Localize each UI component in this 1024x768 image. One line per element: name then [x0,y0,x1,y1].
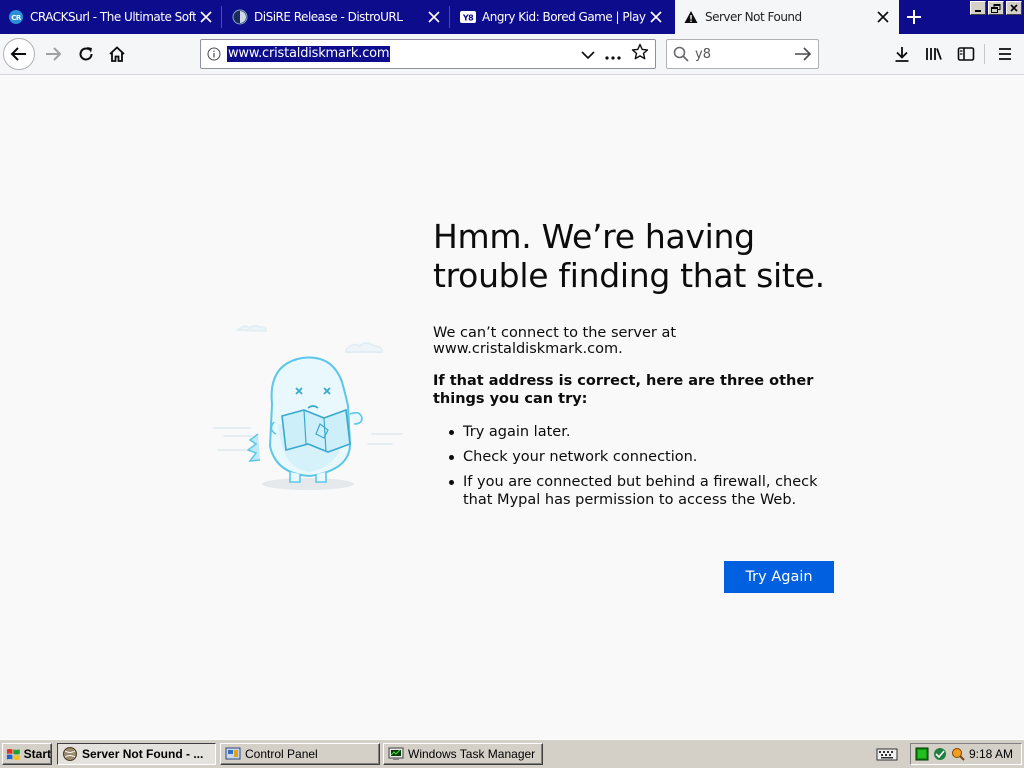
window-close-button[interactable] [1006,1,1022,15]
clock[interactable]: 9:18 AM [969,747,1013,761]
tab-label: DiSiRE Release - DistroURL [254,10,403,24]
taskbar-item-label: Windows Task Manager [408,747,536,761]
downloads-button[interactable] [886,38,918,70]
search-tray-icon[interactable] [951,747,965,761]
security-icon[interactable] [933,747,947,761]
tab-label: Angry Kid: Bored Game | Play Now [482,10,646,24]
reload-icon [79,47,93,61]
list-item: Try again later. [449,423,829,441]
taskbar-item-label: Server Not Found - ... [82,747,204,761]
tab-label: CRACKSurl - The Ultimate Softwar [30,10,196,24]
tab-server-not-found[interactable]: Server Not Found [675,0,899,34]
browser-app-icon [63,747,77,761]
network-icon[interactable] [915,747,929,761]
suggestions-heading: If that address is correct, here are thr… [433,373,814,407]
svg-text:Y8: Y8 [462,14,474,23]
navigation-toolbar: www.cristaldiskmark.com y8 [0,34,1024,75]
distro-favicon [232,9,248,25]
home-icon [109,46,125,62]
chevron-down-icon[interactable] [581,45,595,64]
menu-button[interactable] [989,38,1021,70]
close-icon[interactable] [873,7,893,27]
taskbar-item-browser[interactable]: Server Not Found - ... [57,743,216,765]
tab-distrourl[interactable]: DiSiRE Release - DistroURL [224,0,450,34]
taskbar-item-task-manager[interactable]: Windows Task Manager [383,743,543,765]
crack-favicon: CR [8,9,24,25]
y8-favicon: Y8 [460,9,476,25]
home-button[interactable] [101,38,133,70]
error-page: Hmm. We’re having trouble finding that s… [0,76,1024,739]
sidebar-icon [957,47,975,61]
minimize-icon [975,10,981,12]
suggestion-text: Check your network connection. [463,449,698,465]
system-tray: 9:18 AM [910,743,1022,765]
taskbar-item-label: Control Panel [245,747,318,761]
plus-icon [907,10,921,24]
arrow-right-icon [795,47,812,61]
start-button[interactable]: Start [2,743,52,765]
search-input[interactable]: y8 [695,47,711,62]
url-text[interactable]: www.cristaldiskmark.com [227,46,391,62]
library-button[interactable] [918,38,950,70]
control-panel-icon [225,747,241,760]
task-manager-icon [388,747,404,760]
confused-monster-illustration [213,324,403,490]
reload-button[interactable] [70,38,102,70]
svg-text:CR: CR [11,14,22,22]
forward-button[interactable] [37,38,69,70]
new-tab-button[interactable] [902,5,926,29]
window-controls [970,1,1022,15]
download-icon [895,47,909,62]
restore-icon [991,3,1001,13]
tab-label: Server Not Found [705,10,802,24]
search-go-button[interactable] [794,47,812,61]
bookmark-star-icon[interactable] [631,43,649,65]
close-icon[interactable] [196,7,216,27]
error-description: We can’t connect to the server at www.cr… [433,325,677,357]
warning-icon [683,9,699,25]
tab-angry-kid[interactable]: Y8 Angry Kid: Bored Game | Play Now [452,0,672,34]
forward-arrow-icon [46,47,62,61]
suggestions-list: Try again later. Check your network conn… [449,423,829,516]
sidebar-button[interactable] [950,38,982,70]
library-icon [926,48,942,60]
page-title: Hmm. We’re having trouble finding that s… [433,217,825,295]
windows-logo-icon [6,748,20,760]
tab-cracksurl[interactable]: CR CRACKSurl - The Ultimate Softwar [0,0,222,34]
suggestion-text: If you are connected but behind a firewa… [463,474,818,508]
info-icon[interactable] [201,40,227,68]
search-bar[interactable]: y8 [666,39,819,69]
restore-button[interactable] [988,1,1004,15]
try-again-button[interactable]: Try Again [724,561,834,593]
windows-taskbar: Start Server Not Found - ... Control Pan… [0,739,1024,768]
back-arrow-icon [10,47,26,61]
start-label: Start [23,747,51,761]
list-item: If you are connected but behind a firewa… [449,473,829,509]
close-icon[interactable] [646,7,666,27]
url-bar[interactable]: www.cristaldiskmark.com [200,39,656,69]
close-icon [1010,4,1018,12]
back-button[interactable] [3,38,35,70]
suggestion-text: Try again later. [463,424,571,440]
minimize-button[interactable] [970,1,986,15]
keyboard-icon[interactable] [876,747,898,761]
tab-strip: CR CRACKSurl - The Ultimate Softwar DiSi… [0,0,1024,34]
close-icon[interactable] [424,7,444,27]
page-actions-icon[interactable] [605,45,621,64]
hamburger-menu-icon [999,48,1011,60]
search-icon [667,46,695,62]
taskbar-item-control-panel[interactable]: Control Panel [220,743,380,765]
list-item: Check your network connection. [449,448,829,466]
